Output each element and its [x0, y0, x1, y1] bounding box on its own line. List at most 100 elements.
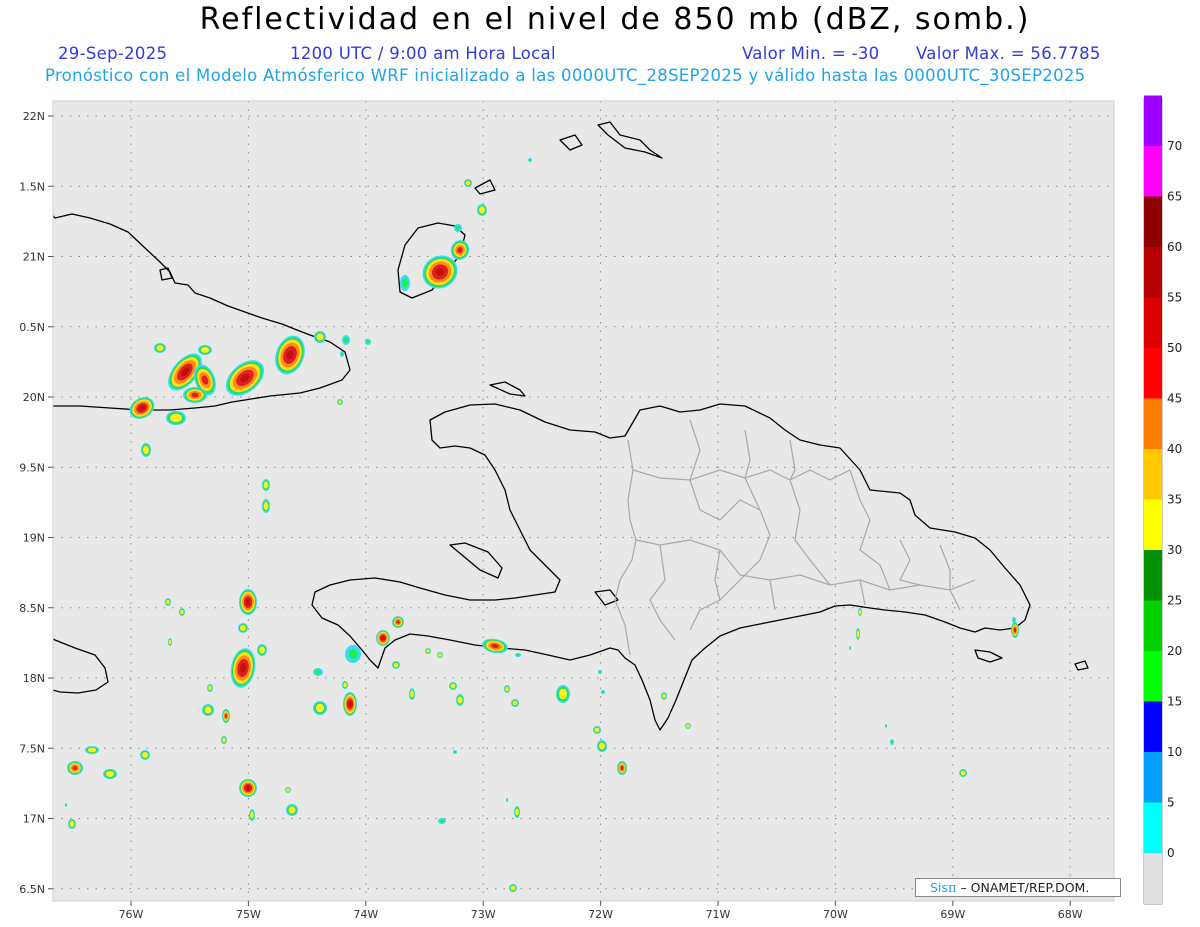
colorbar-swatch: [1144, 449, 1162, 500]
colorbar-label: 25: [1167, 594, 1182, 608]
lon-tick-label: 72W: [588, 908, 613, 921]
reflectivity-cell: [504, 685, 510, 693]
colorbar-label: 70: [1167, 139, 1182, 153]
reflectivity-cell: [249, 809, 255, 821]
reflectivity-cell: [456, 694, 464, 706]
reflectivity-cell: [477, 204, 487, 216]
colorbar-label: 30: [1167, 543, 1182, 557]
reflectivity-cell: [464, 179, 472, 187]
lat-tick-label: 22N: [23, 110, 45, 123]
reflectivity-cell: [202, 704, 214, 716]
reflectivity-cell: [661, 692, 667, 700]
reflectivity-cell: [1012, 617, 1016, 623]
colorbar-label: 50: [1167, 341, 1182, 355]
reflectivity-cell: [103, 769, 117, 779]
colorbar-label: 45: [1167, 392, 1182, 406]
reflectivity-cell: [598, 670, 602, 674]
reflectivity-cell: [262, 499, 270, 513]
colorbar-swatch: [1144, 651, 1162, 702]
reflectivity-cell: [165, 598, 171, 606]
reflectivity-cell: [959, 769, 967, 777]
reflectivity-cell: [198, 345, 212, 355]
reflectivity-cell: [885, 724, 887, 728]
reflectivity-cell: [207, 684, 213, 692]
colorbar-label: 65: [1167, 190, 1182, 204]
lon-tick-label: 68W: [1058, 908, 1083, 921]
lon-tick-label: 73W: [471, 908, 496, 921]
reflectivity-cell: [257, 644, 267, 656]
lat-tick-label: 17N: [23, 813, 45, 826]
reflectivity-cell: [437, 652, 443, 658]
colorbar-label: 20: [1167, 644, 1182, 658]
colorbar-swatch: [1144, 802, 1162, 853]
reflectivity-cell: [179, 608, 185, 616]
colorbar-swatch: [1144, 499, 1162, 550]
lon-tick-label: 69W: [940, 908, 965, 921]
reflectivity-cell: [556, 685, 570, 703]
reflectivity-cell: [342, 681, 348, 689]
reflectivity-cell: [425, 648, 431, 654]
credit-pi: π: [947, 881, 957, 896]
reflectivity-cell: [506, 798, 508, 802]
reflectivity-cell: [286, 804, 298, 816]
reflectivity-cell: [856, 628, 860, 640]
lon-tick-label: 74W: [353, 908, 378, 921]
colorbar-swatch: [1144, 196, 1162, 247]
reflectivity-cell: [453, 750, 457, 754]
reflectivity-cell: [314, 331, 326, 343]
reflectivity-cell: [515, 653, 521, 657]
reflectivity-cell: [141, 443, 151, 457]
reflectivity-cell: [849, 646, 851, 650]
credit-box: Sisπ – ONAMET/REP.DOM.: [915, 878, 1121, 897]
reflectivity-cell: [593, 726, 601, 734]
reflectivity-cell: [67, 761, 83, 775]
colorbar-swatch: [1144, 701, 1162, 752]
lat-tick-label: 6.5N: [19, 883, 45, 896]
reflectivity-cell: [154, 343, 166, 353]
colorbar: 0 5 10 15 20 25 30 35 40 45 50 55 60 65 70: [1143, 95, 1182, 905]
reflectivity-cell: [365, 339, 371, 345]
reflectivity-cell: [342, 335, 350, 345]
lat-tick-label: 0.5N: [19, 321, 45, 334]
lat-tick-label: 7.5N: [19, 742, 45, 755]
reflectivity-cell: [409, 688, 415, 700]
reflectivity-cell: [528, 158, 532, 162]
colorbar-swatch: [1144, 550, 1162, 601]
reflectivity-cell: [68, 819, 76, 829]
reflectivity-cell: [239, 779, 257, 797]
reflectivity-cell: [400, 275, 410, 291]
colorbar-swatch: [1144, 398, 1162, 449]
credit-sis: Sis: [930, 880, 948, 895]
reflectivity-cell: [238, 623, 248, 633]
reflectivity-cell: [449, 682, 457, 690]
reflectivity-cell: [343, 692, 357, 716]
colorbar-below-zero: [1144, 853, 1162, 904]
reflectivity-cell: [858, 608, 862, 616]
colorbar-swatch: [1144, 752, 1162, 803]
colorbar-swatch: [1144, 146, 1162, 197]
reflectivity-cell: [345, 645, 361, 663]
lon-tick-label: 76W: [119, 908, 144, 921]
colorbar-label: 5: [1167, 796, 1175, 810]
colorbar-label: 60: [1167, 240, 1182, 254]
lon-tick-label: 70W: [823, 908, 848, 921]
reflectivity-cell: [285, 787, 291, 793]
reflectivity-cell: [340, 351, 344, 357]
reflectivity-cell: [221, 736, 227, 744]
reflectivity-cell: [890, 739, 894, 745]
reflectivity-cell: [239, 589, 257, 615]
reflectivity-cell: [376, 630, 390, 646]
reflectivity-cell: [617, 761, 627, 775]
reflectivity-cell: [509, 884, 517, 892]
lat-tick-label: 19N: [23, 532, 45, 545]
reflectivity-cell: [392, 616, 404, 628]
colorbar-label: 40: [1167, 442, 1182, 456]
reflectivity-cell: [85, 746, 99, 754]
reflectivity-cell: [313, 668, 323, 676]
reflectivity-cell: [140, 750, 150, 760]
colorbar-label: 15: [1167, 695, 1182, 709]
lat-tick-label: 9.5N: [19, 461, 45, 474]
lat-tick-label: 8.5N: [19, 602, 45, 615]
colorbar-label: 55: [1167, 291, 1182, 305]
lat-tick-label: 1.5N: [19, 180, 45, 193]
